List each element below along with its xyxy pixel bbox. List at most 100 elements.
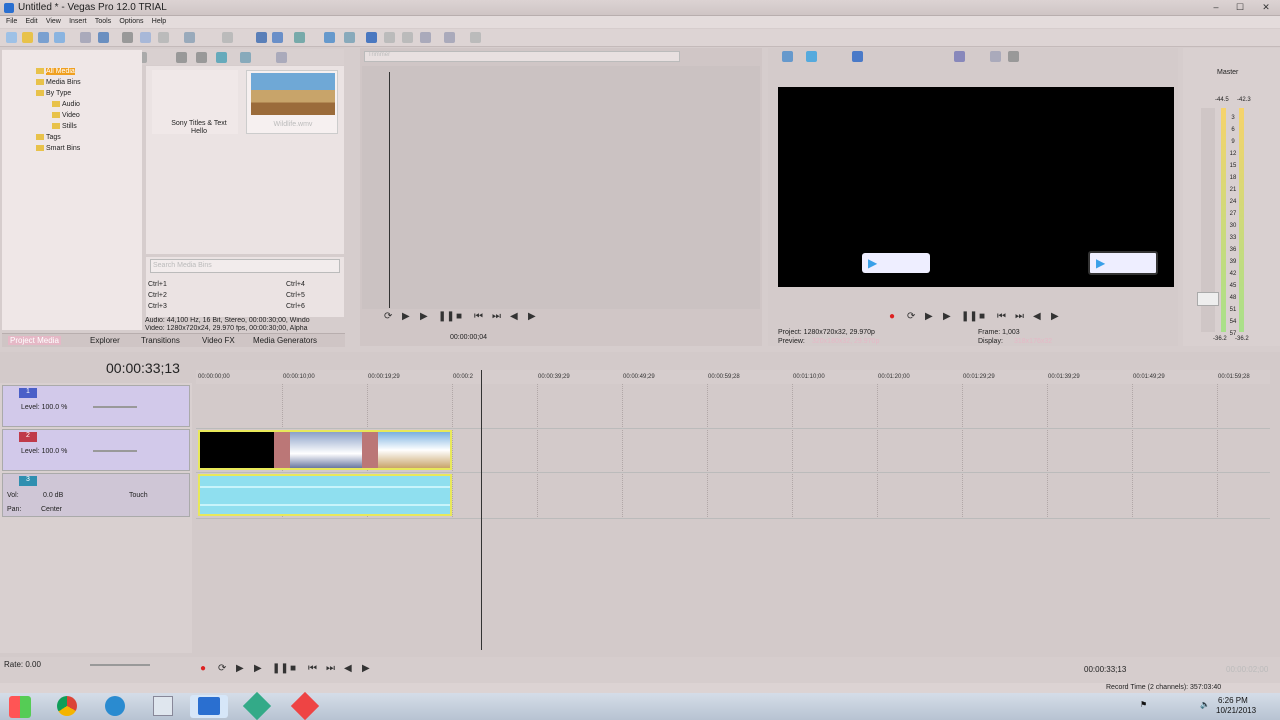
go-to-start-icon[interactable]: ⏮ — [474, 311, 483, 322]
overlays-icon[interactable] — [990, 51, 1001, 62]
taskbar-itunes[interactable] — [96, 695, 134, 718]
trimmer-dropdown[interactable]: Trimmer — [364, 51, 680, 62]
loop-icon[interactable]: ⟳ — [218, 663, 226, 674]
copy-icon[interactable] — [140, 32, 151, 43]
menu-file[interactable]: File — [6, 16, 17, 28]
timeline-ruler[interactable]: 00:00:00;00 00:00:10;00 00:00:19;29 00:0… — [196, 370, 1270, 384]
menu-tools[interactable]: Tools — [95, 16, 111, 28]
autopreview-icon[interactable] — [216, 52, 227, 63]
video-clip[interactable] — [198, 430, 452, 470]
tab-project-media[interactable]: Project Media — [8, 336, 61, 345]
record-icon[interactable]: ● — [889, 311, 895, 322]
search-input[interactable]: Search Media Bins — [150, 259, 340, 273]
go-to-end-icon[interactable]: ⏭ — [492, 311, 501, 322]
clock-time[interactable]: 6:26 PM — [1218, 696, 1248, 705]
taskbar-app-5[interactable] — [238, 691, 276, 720]
menu-help[interactable]: Help — [152, 16, 166, 28]
stop-icon[interactable]: ■ — [456, 311, 462, 322]
tab-transitions[interactable]: Transitions — [141, 336, 180, 345]
save-icon[interactable] — [38, 32, 49, 43]
play-from-start-icon[interactable]: ▶ — [236, 663, 244, 674]
help-icon[interactable] — [444, 32, 455, 43]
track-header-3[interactable]: 3 Vol: 0.0 dB Touch Pan: Center — [2, 473, 190, 517]
tree-item-stills[interactable]: Stills — [52, 123, 77, 130]
go-to-end-icon[interactable]: ⏭ — [1015, 311, 1024, 322]
record-icon[interactable]: ● — [200, 663, 206, 674]
views-icon[interactable] — [240, 52, 251, 63]
whats-this-icon[interactable] — [470, 32, 481, 43]
close-button[interactable]: ✕ — [1256, 1, 1276, 14]
next-frame-icon[interactable]: ▶ — [1051, 311, 1059, 322]
play-icon[interactable]: ▶ — [254, 663, 262, 674]
snapping-icon[interactable] — [366, 32, 377, 43]
undo-icon[interactable] — [184, 32, 195, 43]
render-icon[interactable] — [80, 32, 91, 43]
split-screen-icon[interactable] — [954, 51, 965, 62]
go-to-end-icon[interactable]: ⏭ — [326, 663, 335, 674]
taskbar-app-6[interactable] — [286, 691, 324, 720]
taskbar-chrome[interactable] — [48, 695, 86, 718]
ignore-grouping-icon[interactable] — [402, 32, 413, 43]
auto-ripple-icon[interactable] — [344, 32, 355, 43]
taskbar-vegas[interactable] — [190, 695, 228, 718]
go-to-start-icon[interactable]: ⏮ — [308, 663, 317, 674]
minimize-button[interactable]: – — [1206, 1, 1226, 14]
media-item-wildlife[interactable]: Wildlife.wmv — [246, 70, 338, 134]
next-frame-icon[interactable]: ▶ — [528, 311, 536, 322]
copy-snapshot-icon[interactable] — [1008, 51, 1019, 62]
menu-options[interactable]: Options — [119, 16, 143, 28]
envelope-tool-icon[interactable] — [272, 32, 283, 43]
tab-explorer[interactable]: Explorer — [90, 336, 120, 345]
level-slider[interactable] — [93, 406, 137, 408]
pause-icon[interactable]: ❚❚ — [961, 311, 978, 322]
prev-frame-icon[interactable]: ◀ — [1033, 311, 1041, 322]
paste-icon[interactable] — [158, 32, 169, 43]
selection-tool-icon[interactable] — [294, 32, 305, 43]
lock-envelopes-icon[interactable] — [384, 32, 395, 43]
zoom-media-icon[interactable] — [276, 52, 287, 63]
stop-icon[interactable]: ■ — [290, 663, 296, 674]
normal-edit-tool-icon[interactable] — [256, 32, 267, 43]
tab-video-fx[interactable]: Video FX — [202, 336, 235, 345]
maximize-button[interactable]: ☐ — [1230, 1, 1250, 14]
menu-edit[interactable]: Edit — [26, 16, 38, 28]
go-to-start-icon[interactable]: ⏮ — [997, 311, 1006, 322]
level-slider[interactable] — [93, 450, 137, 452]
preview-fx-icon[interactable] — [852, 51, 863, 62]
timeline-cursor[interactable] — [481, 370, 482, 650]
loop-icon[interactable]: ⟳ — [907, 311, 915, 322]
play-icon[interactable]: ▶ — [420, 311, 428, 322]
loop-icon[interactable]: ⟳ — [384, 311, 392, 322]
export-icon[interactable] — [98, 32, 109, 43]
properties-icon[interactable] — [54, 32, 65, 43]
prev-frame-icon[interactable]: ◀ — [344, 663, 352, 674]
start-button[interactable] — [2, 695, 38, 718]
clock-date[interactable]: 10/21/2013 — [1216, 706, 1256, 715]
tree-item-smart-bins[interactable]: Smart Bins — [36, 145, 80, 152]
prev-frame-icon[interactable]: ◀ — [510, 311, 518, 322]
tree-item-by-type[interactable]: By Type — [36, 90, 71, 97]
redo-icon[interactable] — [222, 32, 233, 43]
tab-media-generators[interactable]: Media Generators — [253, 336, 317, 345]
volume-icon[interactable]: 🔈 — [1200, 700, 1210, 709]
open-icon[interactable] — [22, 32, 33, 43]
zoom-tool-icon[interactable] — [324, 32, 335, 43]
new-icon[interactable] — [6, 32, 17, 43]
menu-view[interactable]: View — [46, 16, 61, 28]
project-properties-icon[interactable] — [782, 51, 793, 62]
tree-item-media-bins[interactable]: Media Bins — [36, 79, 81, 86]
tree-item-video[interactable]: Video — [52, 112, 80, 119]
media-item-titles[interactable]: Sony Titles & Text Hello — [152, 70, 238, 135]
audio-clip[interactable] — [198, 474, 452, 516]
pause-icon[interactable]: ❚❚ — [438, 311, 455, 322]
cut-icon[interactable] — [122, 32, 133, 43]
tree-item-audio[interactable]: Audio — [52, 101, 80, 108]
tree-item-tags[interactable]: Tags — [36, 134, 61, 141]
tree-item-all-media[interactable]: All Media — [36, 68, 75, 75]
stop-preview-icon[interactable] — [196, 52, 207, 63]
external-monitor-icon[interactable] — [806, 51, 817, 62]
stop-icon[interactable]: ■ — [979, 311, 985, 322]
rate-slider[interactable] — [90, 664, 150, 666]
auto-crossfade-icon[interactable] — [420, 32, 431, 43]
play-from-start-icon[interactable]: ▶ — [925, 311, 933, 322]
